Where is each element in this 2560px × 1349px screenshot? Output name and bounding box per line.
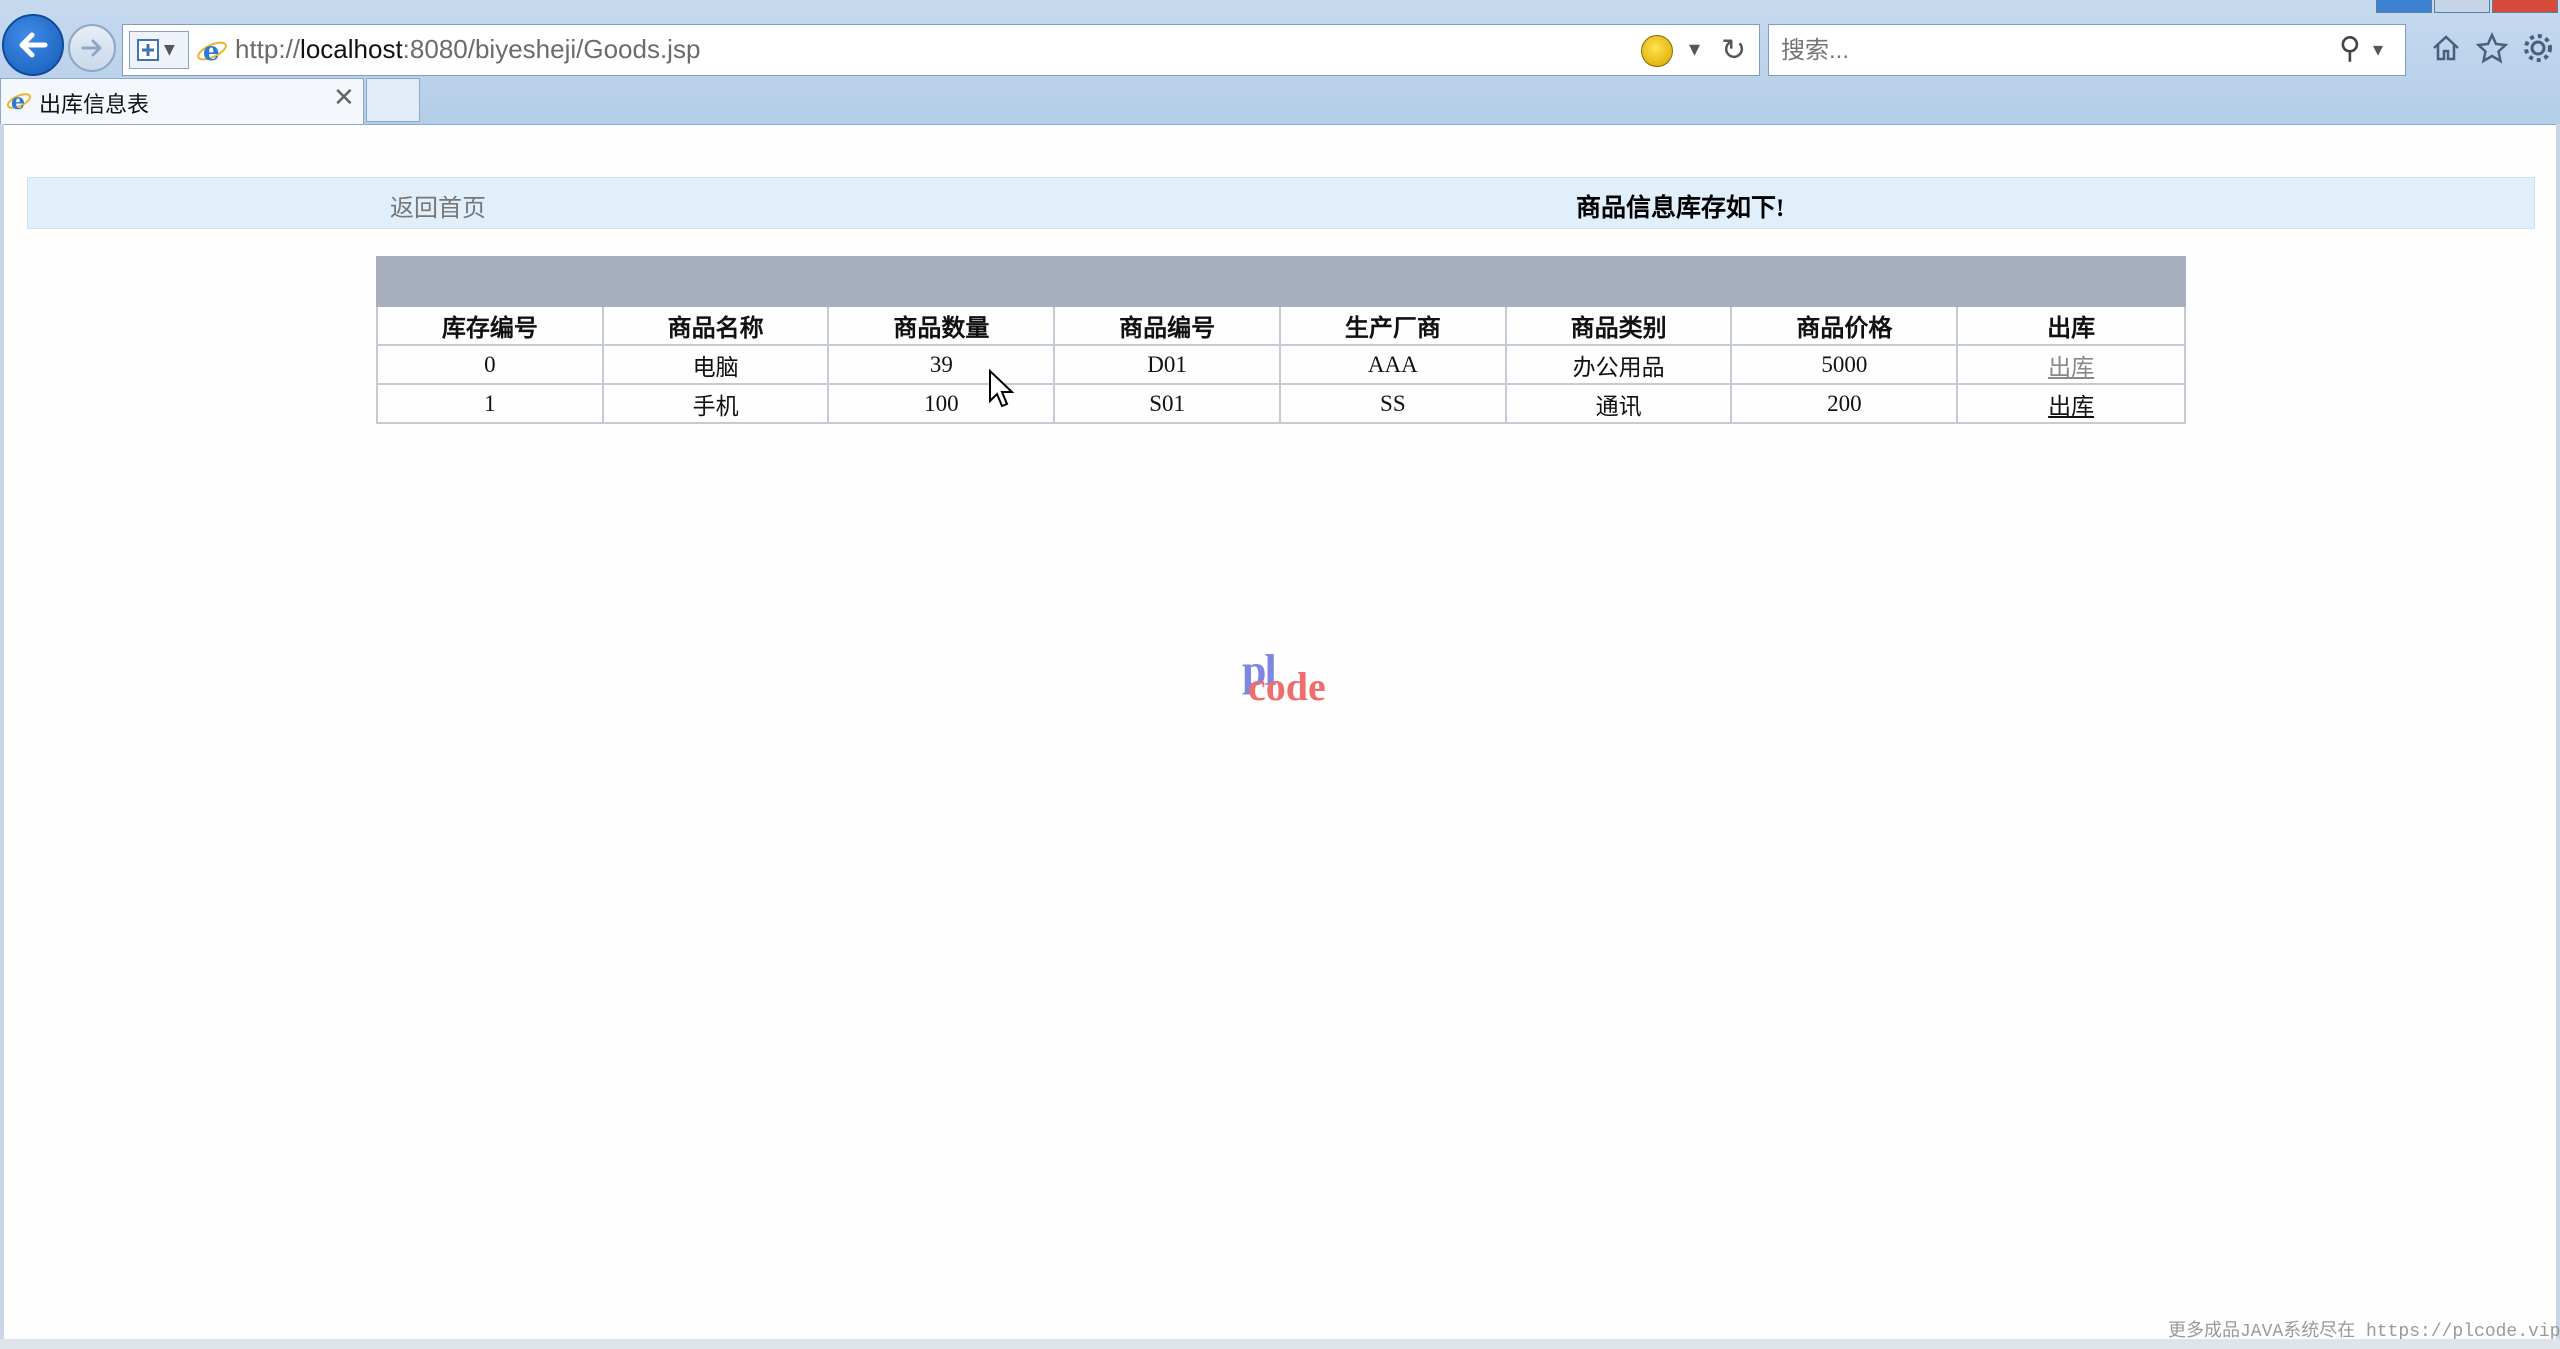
window-border-bottom [0, 1339, 2560, 1349]
addon-icon[interactable] [1641, 35, 1673, 67]
table-header-row: 库存编号 商品名称 商品数量 商品编号 生产厂商 商品类别 商品价格 出库 [376, 305, 2186, 346]
svg-text:e: e [203, 37, 220, 67]
search-dropdown-icon[interactable]: ▾ [2373, 37, 2383, 61]
column-header: 商品名称 [601, 305, 830, 346]
home-link[interactable]: 返回首页 [390, 188, 486, 223]
window-border-right [2556, 124, 2560, 1349]
table-cell: 39 [827, 344, 1056, 385]
plcode-watermark: pl code [1242, 645, 1342, 725]
browser-chrome: ▼ e http://localhost:8080/biyesheji/Good… [0, 0, 2560, 125]
window-close-button[interactable] [2492, 0, 2558, 13]
favorites-star-icon[interactable] [2470, 26, 2514, 70]
url-text[interactable]: http://localhost:8080/biyesheji/Goods.js… [235, 34, 700, 65]
watermark-code: code [1248, 664, 1326, 709]
column-header: 生产厂商 [1278, 305, 1507, 346]
table-cell: 电脑 [601, 344, 830, 385]
ie-tab-icon: e [6, 89, 32, 115]
gear-icon[interactable] [2516, 26, 2560, 70]
table-header-band [376, 256, 2186, 307]
page-title: 商品信息库存如下! [1576, 195, 1785, 222]
column-header: 商品类别 [1504, 305, 1733, 346]
compat-view-button[interactable]: ▼ [129, 31, 189, 69]
table-cell: 0 [376, 344, 604, 385]
minimize-button[interactable] [2376, 0, 2432, 13]
table-cell: 出库 [1956, 383, 2186, 424]
column-header: 商品数量 [827, 305, 1056, 346]
refresh-icon[interactable]: ↻ [1721, 33, 1746, 68]
table-row: 1 手机 100 S01 SS 通讯 200 出库 [376, 383, 2186, 424]
table-cell: 手机 [601, 383, 830, 424]
search-box[interactable]: ⚲ ▾ [1768, 24, 2406, 76]
page-content: 返回首页 商品信息库存如下! 库存编号 商品名称 商品数量 商品编号 生产厂商 … [4, 125, 2556, 1339]
table-cell: S01 [1053, 383, 1281, 424]
forward-button[interactable] [68, 24, 116, 72]
chevron-down-icon: ▼ [164, 42, 175, 58]
new-tab-button[interactable] [366, 78, 420, 122]
table-cell: 通讯 [1504, 383, 1733, 424]
plus-page-icon [137, 39, 159, 61]
table-cell: 5000 [1730, 344, 1959, 385]
table-cell: 1 [376, 383, 604, 424]
column-header: 商品价格 [1730, 305, 1959, 346]
table-cell: D01 [1053, 344, 1281, 385]
top-banner: 返回首页 商品信息库存如下! [27, 177, 2535, 229]
address-dropdown-icon[interactable]: ▾ [1689, 37, 1700, 62]
arrow-right-icon [81, 39, 102, 57]
column-header: 库存编号 [376, 305, 604, 346]
table-cell: 出库 [1956, 344, 2186, 385]
table-cell: 200 [1730, 383, 1959, 424]
back-button[interactable] [2, 14, 64, 76]
address-bar[interactable]: ▼ e http://localhost:8080/biyesheji/Good… [122, 24, 1760, 76]
table-row: 0 电脑 39 D01 AAA 办公用品 5000 出库 [376, 344, 2186, 385]
mouse-cursor-icon [989, 369, 1014, 408]
checkout-link[interactable]: 出库 [2048, 355, 2094, 380]
table-cell: SS [1278, 383, 1507, 424]
tab-goods[interactable]: e 出库信息表 ✕ [0, 78, 364, 124]
ie-page-icon: e [197, 37, 227, 67]
checkout-link[interactable]: 出库 [2048, 394, 2094, 419]
table-cell: AAA [1278, 344, 1507, 385]
svg-text:e: e [11, 89, 25, 115]
column-header: 商品编号 [1053, 305, 1281, 346]
column-header: 出库 [1956, 305, 2186, 346]
stock-table: 库存编号 商品名称 商品数量 商品编号 生产厂商 商品类别 商品价格 出库 0 … [376, 256, 2186, 424]
close-icon[interactable]: ✕ [333, 83, 355, 113]
maximize-button[interactable] [2434, 0, 2490, 13]
search-icon[interactable]: ⚲ [2339, 31, 2361, 66]
table-cell: 100 [827, 383, 1056, 424]
arrow-left-icon [19, 32, 48, 58]
tab-title: 出库信息表 [39, 93, 150, 118]
search-input[interactable] [1779, 33, 2283, 69]
table-cell: 办公用品 [1504, 344, 1733, 385]
home-icon[interactable] [2424, 26, 2468, 70]
